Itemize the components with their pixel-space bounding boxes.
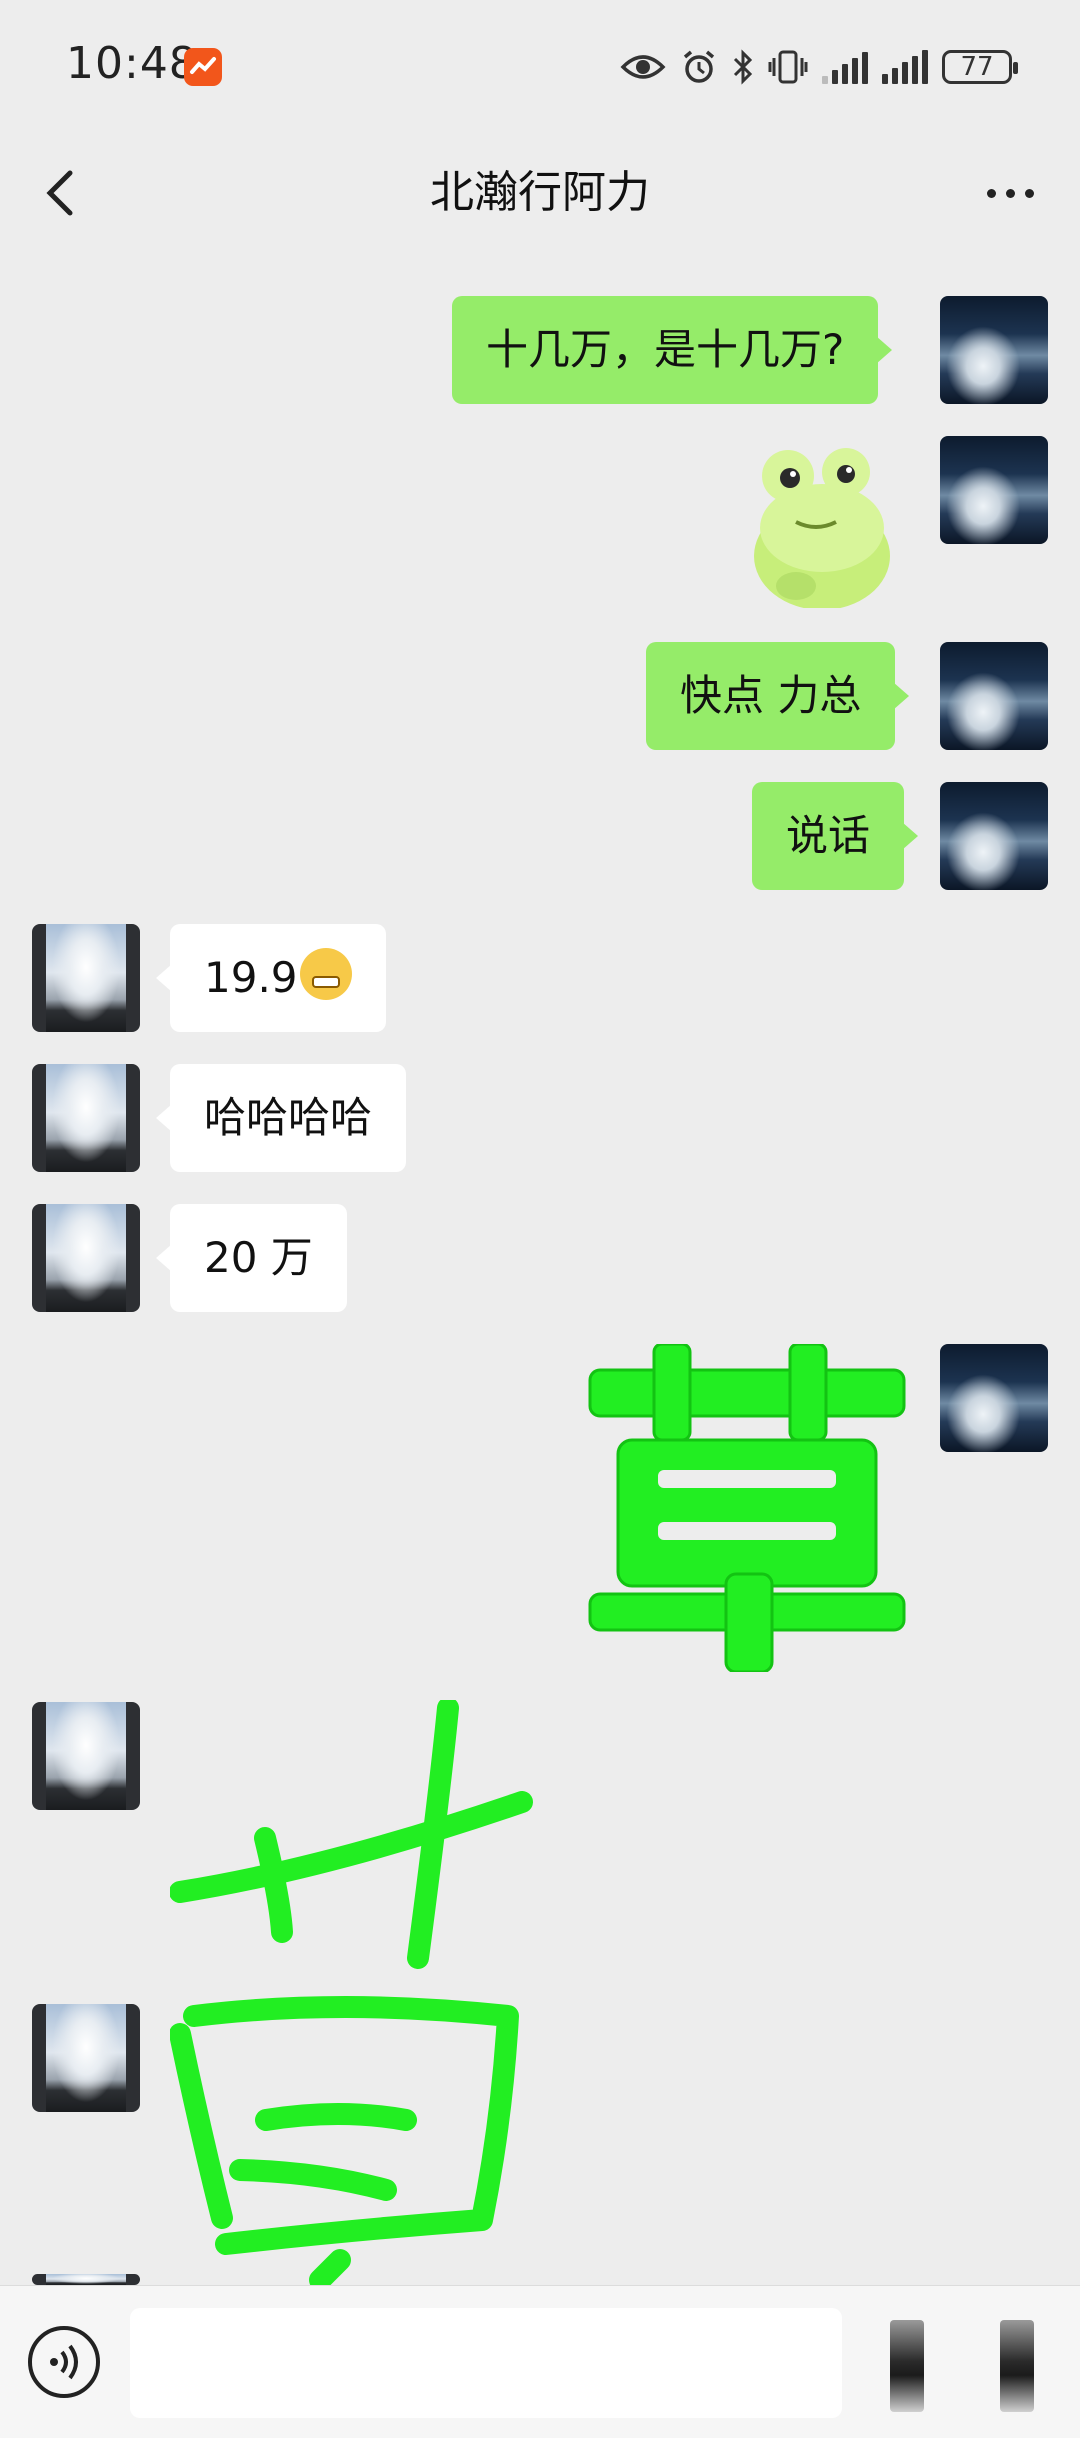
my-avatar[interactable] (940, 436, 1048, 544)
contact-avatar[interactable] (32, 2004, 140, 2112)
more-dot (1024, 188, 1034, 198)
message-bubble-incoming[interactable]: 哈哈哈哈 (155, 1064, 407, 1172)
signal-2-icon (882, 50, 928, 84)
grimacing-face-emoji (299, 948, 352, 1000)
status-bar: 10:48 77 (0, 0, 1080, 140)
my-avatar[interactable] (940, 1344, 1048, 1452)
voice-input-icon (50, 2344, 78, 2380)
message-input[interactable] (130, 2308, 842, 2418)
message-bubble-incoming[interactable]: 19.9 (156, 924, 386, 1032)
my-avatar[interactable] (940, 296, 1048, 404)
more-button[interactable] (970, 158, 1050, 228)
eye-icon (620, 55, 666, 79)
app-notification-icon (184, 48, 222, 86)
plus-button[interactable] (1000, 2320, 1034, 2412)
contact-avatar[interactable] (32, 924, 140, 1032)
chat-title: 北瀚行阿力 (430, 167, 650, 218)
grass-character-sticker[interactable] (584, 1342, 910, 1674)
message-bubble-outgoing[interactable]: 说话 (752, 782, 919, 890)
signal-1-icon (822, 50, 868, 84)
alarm-icon (683, 50, 715, 83)
more-dot (1005, 188, 1015, 198)
more-dots-icon (986, 188, 996, 198)
my-avatar[interactable] (940, 642, 1048, 750)
status-time: 10:48 (66, 38, 198, 89)
message-bubble-incoming[interactable]: 20 万 (156, 1204, 347, 1312)
handwritten-green-character-sticker[interactable] (170, 1700, 540, 2285)
input-bar (0, 2285, 1080, 2438)
message-bubble-outgoing[interactable]: 十几万，是十几万? (452, 296, 893, 404)
message-text: 19.9 (204, 953, 298, 1002)
emoji-button[interactable] (890, 2320, 924, 2412)
status-icons: 77 (620, 42, 1018, 92)
my-avatar[interactable] (940, 782, 1048, 890)
message-bubble-outgoing[interactable]: 快点 力总 (646, 642, 910, 750)
contact-avatar[interactable] (32, 1064, 140, 1172)
vibrate-icon (768, 50, 808, 84)
contact-avatar[interactable] (32, 1702, 140, 1810)
frog-sticker[interactable] (736, 436, 908, 610)
battery-icon: 77 (942, 50, 1018, 84)
voice-button[interactable] (28, 2326, 100, 2398)
chat-header: 北瀚行阿力 (0, 140, 1080, 252)
contact-avatar[interactable] (32, 1204, 140, 1312)
bluetooth-icon (733, 49, 753, 85)
contact-avatar[interactable] (32, 2274, 140, 2285)
